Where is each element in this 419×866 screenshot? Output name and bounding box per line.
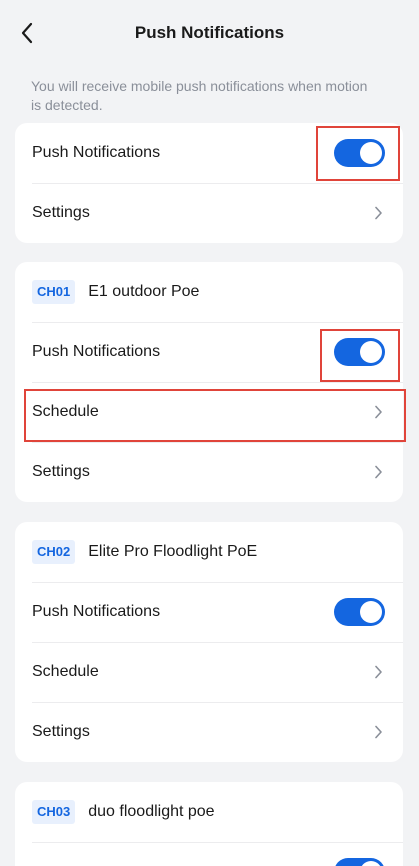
device-name: E1 outdoor Poe: [88, 283, 200, 300]
ch01-push-toggle[interactable]: [334, 338, 385, 366]
ch01-schedule-row[interactable]: Schedule: [15, 382, 403, 442]
description-text: You will receive mobile push notificatio…: [31, 78, 368, 113]
channel-header: CH03 duo floodlight poe: [15, 782, 403, 842]
chevron-right-icon: [371, 405, 385, 419]
settings-label: Settings: [32, 204, 90, 221]
page-title: Push Notifications: [134, 23, 285, 42]
device-name: Elite Pro Floodlight PoE: [88, 543, 258, 560]
ch01-push-row: Push Notifications: [15, 322, 403, 382]
channel-card-ch01: CH01 E1 outdoor Poe Push Notifications S…: [15, 262, 403, 502]
chevron-right-icon: [371, 465, 385, 479]
ch01-settings-row[interactable]: Settings: [15, 442, 403, 502]
schedule-label: Schedule: [32, 403, 99, 420]
ch02-settings-row[interactable]: Settings: [15, 702, 403, 762]
ch03-push-toggle[interactable]: [334, 858, 385, 866]
channel-badge: CH02: [32, 540, 76, 564]
chevron-right-icon: [371, 725, 385, 739]
global-push-row: Push Notifications: [15, 123, 403, 183]
channel-card-ch03: CH03 duo floodlight poe: [15, 782, 403, 866]
ch02-push-row: Push Notifications: [15, 582, 403, 642]
push-notifications-label: Push Notifications: [32, 343, 161, 360]
channel-badge: CH03: [32, 800, 76, 824]
settings-label: Settings: [32, 723, 90, 740]
channel-badge: CH01: [32, 280, 76, 304]
channel-header: CH02 Elite Pro Floodlight PoE: [15, 522, 403, 582]
push-notifications-label: Push Notifications: [32, 144, 161, 161]
global-card: Push Notifications Settings: [15, 123, 403, 243]
toggle-knob: [360, 341, 382, 363]
channel-header: CH01 E1 outdoor Poe: [15, 262, 403, 322]
ch03-push-row: [15, 842, 403, 866]
ch02-schedule-row[interactable]: Schedule: [15, 642, 403, 702]
toggle-knob: [360, 142, 382, 164]
toggle-knob: [360, 861, 382, 866]
global-push-toggle[interactable]: [334, 139, 385, 167]
schedule-label: Schedule: [32, 663, 99, 680]
global-settings-row[interactable]: Settings: [15, 183, 403, 243]
toggle-knob: [360, 601, 382, 623]
chevron-right-icon: [371, 665, 385, 679]
channel-card-ch02: CH02 Elite Pro Floodlight PoE Push Notif…: [15, 522, 403, 762]
chevron-right-icon: [371, 206, 385, 220]
settings-label: Settings: [32, 463, 90, 480]
push-notifications-label: Push Notifications: [32, 603, 161, 620]
device-name: duo floodlight poe: [88, 803, 215, 820]
ch02-push-toggle[interactable]: [334, 598, 385, 626]
header: Push Notifications: [0, 0, 419, 68]
